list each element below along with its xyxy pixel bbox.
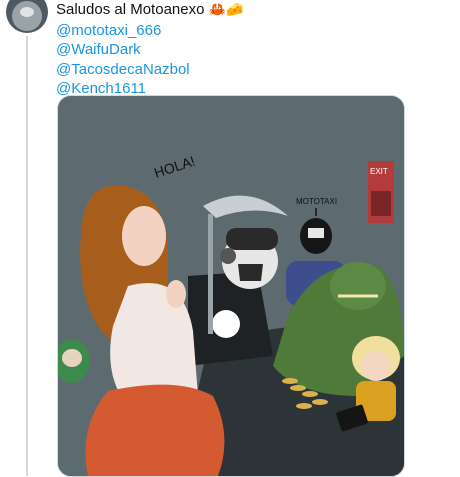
exit-sign-text: EXIT bbox=[370, 167, 388, 176]
thread-connector-line bbox=[26, 36, 28, 476]
tweet-body: Saludos al Motoanexo 🦀🧀 @mototaxi_666 @W… bbox=[56, 0, 451, 99]
mototaxi-label: MOTOTAXI bbox=[296, 197, 337, 206]
cheese-emoji: 🧀 bbox=[226, 2, 244, 18]
tweet-first-line: Saludos al Motoanexo 🦀🧀 bbox=[56, 0, 451, 21]
crab-emoji: 🦀 bbox=[208, 2, 227, 18]
mention-link-waifudark[interactable]: @WaifuDark bbox=[56, 40, 451, 60]
user-avatar[interactable] bbox=[6, 0, 48, 33]
illustration-art: MOTOTAXI EXIT HOLA! bbox=[58, 96, 404, 476]
tweet-text: Saludos al Motoanexo bbox=[56, 1, 205, 18]
tweet-media-image[interactable]: MOTOTAXI EXIT HOLA! bbox=[57, 95, 405, 477]
avatar-highlight bbox=[20, 7, 34, 17]
mention-link-tacosdecanazbol[interactable]: @TacosdecaNazbol bbox=[56, 60, 451, 80]
mention-link-mototaxi[interactable]: @mototaxi_666 bbox=[56, 21, 451, 41]
